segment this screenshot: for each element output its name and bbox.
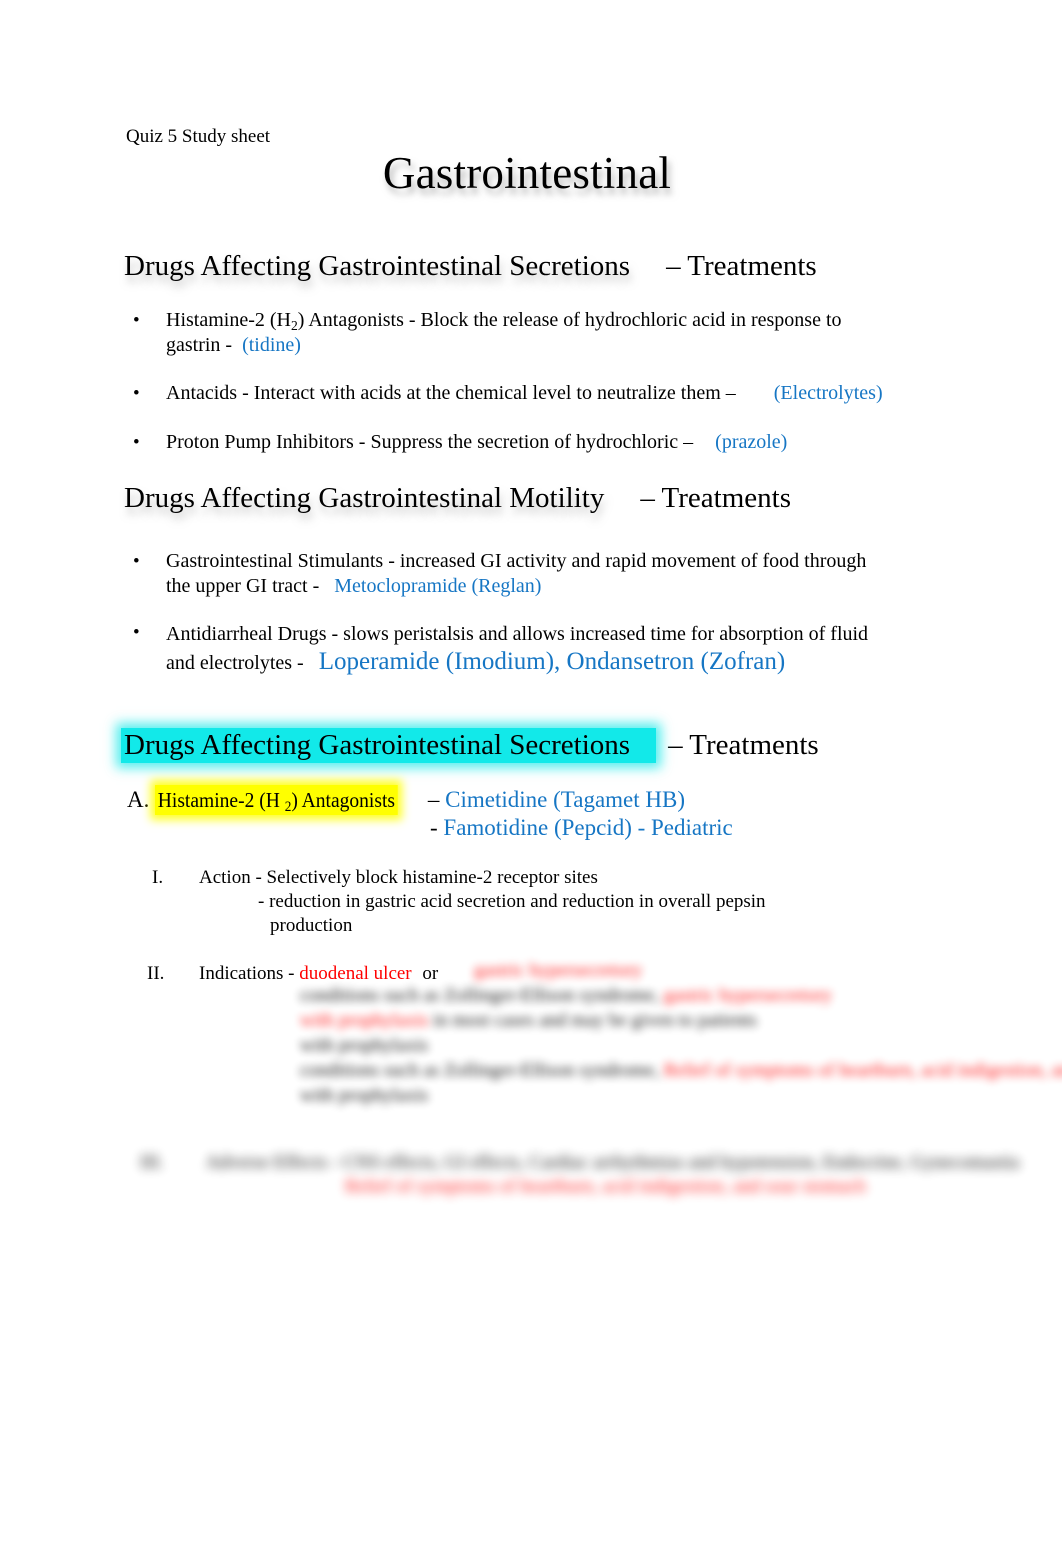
redacted-roman-item-iii-line2: Relief of symptoms of heartburn, acid in… [345, 1174, 945, 1199]
page-title: Gastrointestinal [0, 146, 1062, 200]
drug-class-marker: A. [127, 787, 150, 812]
bullet-text-part: ) Antagonists - Block the release of hyd… [297, 309, 842, 331]
indication-trailing-word: or [422, 963, 439, 984]
document-page: Quiz 5 Study sheet Gastrointestinal Drug… [0, 0, 1062, 1561]
list-item: Antacids - Interact with acids at the ch… [166, 381, 883, 406]
bullet-marker: • [133, 551, 140, 572]
drug-accent-text: (tidine) [242, 334, 301, 356]
drug-class-line: A. Histamine-2 (H 2) Antagonists – Cimet… [127, 785, 685, 815]
redacted-line: with prophylaxis [300, 1085, 429, 1106]
redacted-line: gastric hypersecretory [474, 960, 643, 981]
subscript-2: 2 [290, 317, 298, 333]
roman-numeral-i: I. [152, 867, 164, 888]
bullet-text-part: Proton Pump Inhibitors - Suppress the se… [166, 431, 694, 453]
dash-separator: - [430, 815, 438, 840]
bullet-text-part: Histamine-2 (H [166, 309, 291, 331]
section-heading-main-text: Drugs Affecting Gastrointestinal Secreti… [121, 728, 657, 763]
redacted-line-part-accent: with prophylaxis [300, 1010, 429, 1031]
redacted-line-part: in most cases and may be given to patien… [433, 1010, 757, 1031]
drug-class-line-secondary: - Famotidine (Pepcid) - Pediatric [430, 813, 733, 843]
bullet-text-part: gastrin - [166, 334, 233, 356]
redacted-line-part-accent: Relief of symptoms of heartburn, acid in… [345, 1176, 866, 1197]
bullet-text-part: and electrolytes - [166, 652, 304, 674]
section-heading-tail-text: – Treatments [666, 250, 817, 282]
bullet-marker: • [133, 310, 140, 331]
bullet-text-part: the upper GI tract - [166, 575, 320, 597]
indications-label: Indications - [199, 963, 295, 984]
roman-numeral-iii: III. [140, 1152, 164, 1173]
redacted-line: III. Adverse Effects - CNS effects, GI ef… [140, 1150, 1019, 1175]
drug-class-name-suffix: ) Antagonists [291, 788, 396, 812]
roman-item-i-subline-1: - reduction in gastric acid secretion an… [258, 891, 766, 912]
list-item: Histamine-2 (H2) Antagonists - Block the… [166, 308, 956, 358]
list-item: Antidiarrheal Drugs - slows peristalsis … [166, 620, 966, 677]
section-heading-tail-text: – Treatments [640, 482, 791, 514]
redacted-line-part: Adverse Effects - CNS effects, GI effect… [205, 1152, 1020, 1173]
drug-accent-text: (Electrolytes) [773, 382, 883, 404]
redacted-text-block: gastric hypersecretory [474, 958, 944, 983]
drug-name-primary: Cimetidine (Tagamet HB) [445, 787, 685, 812]
drug-accent-text: (prazole) [715, 431, 788, 453]
drug-class-name: Histamine-2 (H 2) Antagonists [155, 785, 398, 815]
redacted-line-part: conditions such as Zollinger-Ellison syn… [300, 1060, 659, 1081]
redacted-line: Relief of symptoms of heartburn, acid in… [345, 1174, 945, 1199]
list-item: Gastrointestinal Stimulants - increased … [166, 549, 966, 599]
list-item: Proton Pump Inhibitors - Suppress the se… [166, 430, 787, 455]
bullet-text-part: Antacids - Interact with acids at the ch… [166, 382, 736, 404]
redacted-text-block: with prophylaxis [300, 1033, 700, 1058]
section-heading-tail-text: – Treatments [668, 729, 819, 761]
bullet-text-part: Antidiarrheal Drugs - slows peristalsis … [166, 623, 869, 645]
roman-item-i-text: Action - Selectively block histamine-2 r… [199, 867, 598, 888]
redacted-text-block: with prophylaxis [300, 1083, 700, 1108]
redacted-text-block: conditions such as Zollinger-Ellison syn… [300, 983, 940, 1008]
redacted-line-part-accent: Relief of symptoms of heartburn, acid in… [663, 1060, 1062, 1081]
drug-class-name-prefix: Histamine-2 (H [157, 788, 280, 812]
dash-separator: – [427, 787, 440, 812]
redacted-line: with prophylaxis [300, 1035, 429, 1056]
roman-item-i-subline-2: production [270, 915, 353, 936]
page-title-text: Gastrointestinal [382, 148, 672, 198]
section-heading-secretions-overview: Drugs Affecting Gastrointestinal Secreti… [124, 248, 817, 284]
bullet-marker: • [133, 622, 140, 643]
bullet-text-part: Gastrointestinal Stimulants - increased … [166, 550, 867, 572]
redacted-text-block: conditions such as Zollinger-Ellison syn… [300, 1058, 1062, 1083]
drug-name-secondary: Famotidine (Pepcid) - Pediatric [443, 815, 733, 840]
drug-accent-text: Loperamide (Imodium), Ondansetron (Zofra… [318, 648, 786, 675]
redacted-roman-item-iii: III. Adverse Effects - CNS effects, GI ef… [140, 1150, 1019, 1175]
section-heading-main-text: Drugs Affecting Gastrointestinal Secreti… [124, 250, 631, 282]
indication-accent-text: duodenal ulcer [299, 963, 412, 984]
section-heading-secretions-detail: Drugs Affecting Gastrointestinal Secreti… [121, 727, 819, 763]
bullet-marker: • [133, 383, 140, 404]
section-heading-main-text: Drugs Affecting Gastrointestinal Motilit… [124, 482, 605, 514]
redacted-line-part-accent: gastric hypersecretory [663, 985, 833, 1006]
drug-accent-text: Metoclopramide (Reglan) [334, 575, 542, 597]
redacted-line: conditions such as Zollinger-Ellison syn… [300, 983, 940, 1008]
roman-numeral-ii: II. [147, 963, 165, 984]
redacted-line-part: conditions such as Zollinger-Ellison syn… [300, 985, 659, 1006]
redacted-text-block: with prophylaxis in most cases and may b… [300, 1008, 940, 1033]
section-heading-motility-overview: Drugs Affecting Gastrointestinal Motilit… [124, 480, 791, 516]
bullet-marker: • [133, 432, 140, 453]
